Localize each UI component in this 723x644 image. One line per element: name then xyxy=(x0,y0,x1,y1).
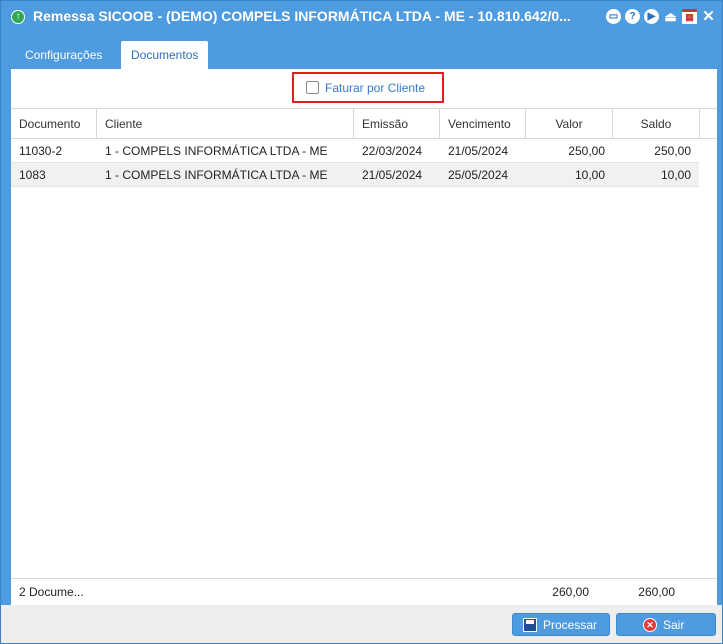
minimize-icon[interactable]: ▭ xyxy=(606,9,621,24)
column-header-documento[interactable]: Documento xyxy=(11,109,97,138)
sair-label: Sair xyxy=(663,617,685,632)
faturar-por-cliente-label[interactable]: Faturar por Cliente xyxy=(325,81,425,95)
saldo-total: 260,00 xyxy=(638,585,675,599)
title-toolbar: ▭ ? ▶ ⏏ ▦ ✕ xyxy=(606,9,716,24)
window-title: Remessa SICOOB - (DEMO) COMPELS INFORMÁT… xyxy=(33,8,571,24)
documents-grid: Documento Cliente Emissão Vencimento Val… xyxy=(11,108,717,187)
valor-total: 260,00 xyxy=(552,585,589,599)
help-icon[interactable]: ? xyxy=(625,9,640,24)
exit-icon: ✕ xyxy=(643,617,657,632)
table-row[interactable]: 11030-2 1 - COMPELS INFORMÁTICA LTDA - M… xyxy=(11,139,699,163)
grid-header: Documento Cliente Emissão Vencimento Val… xyxy=(11,108,717,139)
title-bar[interactable]: ↑ Remessa SICOOB - (DEMO) COMPELS INFORM… xyxy=(1,1,722,33)
cell-saldo: 250,00 xyxy=(654,143,691,158)
faturar-por-cliente-checkbox[interactable] xyxy=(306,81,319,94)
calendar-icon[interactable]: ▦ xyxy=(682,9,697,24)
sair-button[interactable]: ✕ Sair xyxy=(616,613,716,636)
column-header-vencimento[interactable]: Vencimento xyxy=(440,109,526,138)
cell-valor: 10,00 xyxy=(574,167,605,182)
column-header-cliente[interactable]: Cliente xyxy=(97,109,354,138)
column-header-valor[interactable]: Valor xyxy=(526,109,613,138)
close-icon[interactable]: ✕ xyxy=(701,9,716,24)
processar-button[interactable]: Processar xyxy=(512,613,610,636)
action-bar: Processar ✕ Sair xyxy=(1,605,722,643)
cell-emissao: 21/05/2024 xyxy=(362,167,423,182)
cell-vencimento: 25/05/2024 xyxy=(448,167,509,182)
processar-label: Processar xyxy=(543,617,598,632)
faturar-por-cliente-highlight: Faturar por Cliente xyxy=(292,72,444,103)
table-row[interactable]: 1083 1 - COMPELS INFORMÁTICA LTDA - ME 2… xyxy=(11,163,699,187)
remessa-window: ↑ Remessa SICOOB - (DEMO) COMPELS INFORM… xyxy=(0,0,723,644)
cell-cliente: 1 - COMPELS INFORMÁTICA LTDA - ME xyxy=(105,143,328,158)
column-header-saldo[interactable]: Saldo xyxy=(613,109,700,138)
tab-configuracoes[interactable]: Configurações xyxy=(15,41,112,69)
column-header-emissao[interactable]: Emissão xyxy=(354,109,440,138)
tab-documentos[interactable]: Documentos xyxy=(121,41,209,69)
document-count: 2 Docume... xyxy=(19,585,84,599)
cell-emissao: 22/03/2024 xyxy=(362,143,423,158)
main-panel: Configurações Documentos Faturar por Cli… xyxy=(11,39,717,605)
cell-valor: 250,00 xyxy=(568,143,605,158)
grid-summary-footer: 2 Docume... 260,00 260,00 xyxy=(11,578,717,605)
cell-cliente: 1 - COMPELS INFORMÁTICA LTDA - ME xyxy=(105,167,328,182)
upload-icon[interactable]: ⏏ xyxy=(663,9,678,24)
play-icon[interactable]: ▶ xyxy=(644,9,659,24)
cell-saldo: 10,00 xyxy=(660,167,691,182)
tab-bar: Configurações Documentos xyxy=(11,39,717,69)
cell-documento: 1083 xyxy=(19,167,46,182)
green-up-arrow-icon: ↑ xyxy=(11,10,25,24)
cell-documento: 11030-2 xyxy=(19,143,63,158)
cell-vencimento: 21/05/2024 xyxy=(448,143,509,158)
save-icon xyxy=(523,617,537,632)
